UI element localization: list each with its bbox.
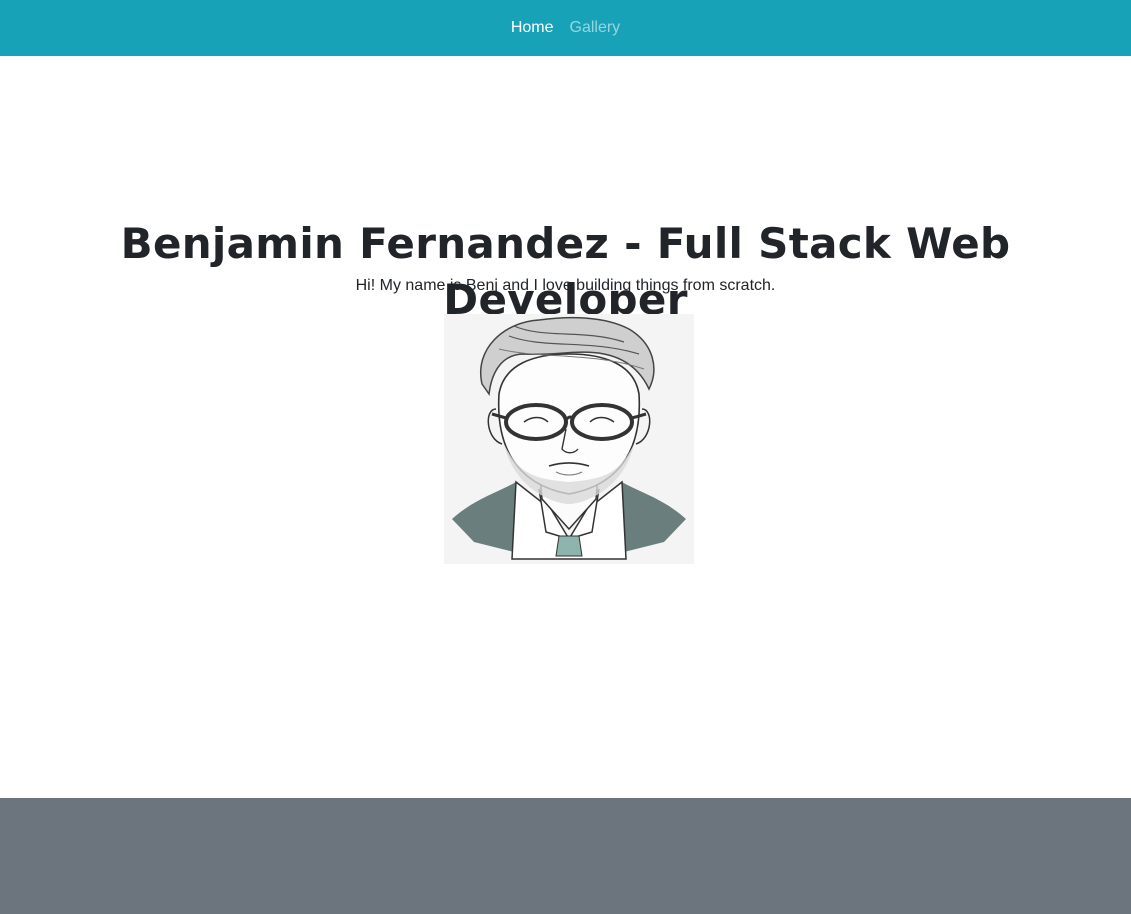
profile-portrait-image bbox=[444, 314, 694, 564]
hero-section: Benjamin Fernandez - Full Stack Web Deve… bbox=[0, 56, 1131, 798]
footer bbox=[0, 798, 1131, 914]
nav-link-gallery[interactable]: Gallery bbox=[562, 0, 629, 56]
page-title: Benjamin Fernandez - Full Stack Web Deve… bbox=[120, 219, 1011, 324]
nav-link-home[interactable]: Home bbox=[503, 0, 562, 56]
hero-subtitle: Hi! My name is Benj and I love building … bbox=[355, 277, 776, 294]
navbar: Home Gallery bbox=[0, 0, 1131, 56]
